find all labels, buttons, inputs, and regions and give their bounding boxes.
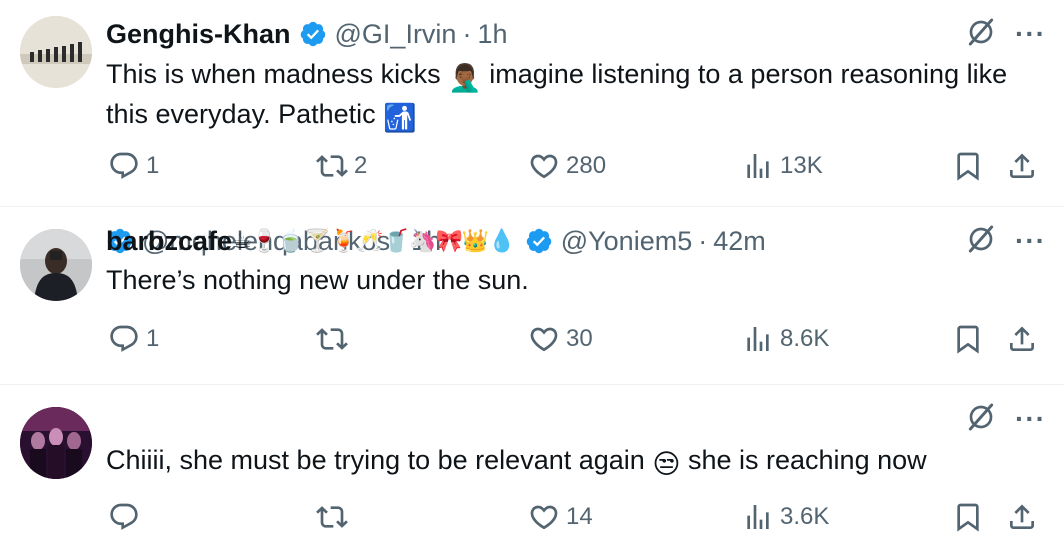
share-icon <box>1006 501 1038 533</box>
tweet-text: Chiiii, she must be trying to be relevan… <box>106 442 1044 482</box>
bookmark-button[interactable] <box>952 321 984 357</box>
views-icon <box>742 323 774 355</box>
separator-dot: · <box>462 18 472 49</box>
tweet-top-actions: ··· <box>965 17 1046 51</box>
display-name[interactable]: barbzcafe <box>106 226 232 257</box>
grok-icon[interactable] <box>965 16 997 53</box>
litter-bin-emoji: 🚮 <box>383 103 417 133</box>
like-icon <box>528 150 560 182</box>
retweet-icon <box>316 501 348 533</box>
retweet-icon <box>316 323 348 355</box>
retweet-button[interactable] <box>316 499 354 535</box>
tweet-text: This is when madness kicks 🤦🏾‍♂️ imagine… <box>106 56 1044 136</box>
bookmark-button[interactable] <box>952 499 984 535</box>
share-icon <box>1006 323 1038 355</box>
display-name[interactable]: Genghis-Khan <box>106 19 291 50</box>
views-count: 13K <box>780 152 823 179</box>
like-button[interactable]: 30 <box>528 321 593 357</box>
avatar[interactable] <box>20 16 92 88</box>
reply-icon <box>108 150 140 182</box>
views-button[interactable]: 3.6K <box>742 499 829 535</box>
bookmark-button[interactable] <box>952 148 984 184</box>
bookmark-icon <box>952 323 984 355</box>
facepalm-emoji: 🤦🏾‍♂️ <box>448 63 482 93</box>
share-button[interactable] <box>1006 148 1038 184</box>
views-count: 8.6K <box>780 325 830 352</box>
like-icon <box>528 323 560 355</box>
tweet-header: Genghis-Khan @GI_Irvin · 1h <box>106 17 1044 51</box>
retweet-icon <box>316 150 348 182</box>
separator-dot: · <box>698 225 708 256</box>
retweet-button[interactable] <box>316 321 354 357</box>
tweet-header: barbzcafe ☕🍷🍵🍸🍹🥂🥤🦄🎀👑💧 @Yoniem5 · 42m <box>106 224 1044 258</box>
user-handle[interactable]: @GI_Irvin <box>335 19 457 50</box>
views-icon <box>742 150 774 182</box>
retweet-button[interactable]: 2 <box>316 148 367 184</box>
reply-button[interactable] <box>108 499 146 535</box>
more-icon[interactable]: ··· <box>1015 405 1046 433</box>
reply-count: 1 <box>146 152 160 179</box>
timestamp[interactable]: 42m <box>713 226 766 257</box>
retweet-count: 2 <box>354 152 368 179</box>
views-count: 3.6K <box>780 503 830 530</box>
reply-icon <box>108 501 140 533</box>
grok-icon[interactable] <box>965 401 997 438</box>
share-button[interactable] <box>1006 321 1038 357</box>
views-icon <box>742 501 774 533</box>
like-count: 30 <box>566 325 593 352</box>
timestamp[interactable]: 1h <box>477 19 507 50</box>
bookmark-icon <box>952 150 984 182</box>
avatar[interactable] <box>20 407 92 479</box>
share-button[interactable] <box>1006 499 1038 535</box>
views-button[interactable]: 8.6K <box>742 321 829 357</box>
tweet-actions: 1 2 280 13K <box>106 148 1044 184</box>
verified-icon <box>299 20 327 48</box>
reply-button[interactable]: 1 <box>108 148 159 184</box>
tweet-text-part: Chiiii, she must be trying to be relevan… <box>106 445 645 475</box>
user-handle[interactable]: @Yoniem5 <box>561 226 693 257</box>
tweet[interactable]: barbzcafe ☕🍷🍵🍸🍹🥂🥤🦄🎀👑💧 @Yoniem5 · 42m Chi… <box>0 226 1064 560</box>
tweet-actions: 1 30 8.6K <box>106 321 1044 357</box>
avatar[interactable] <box>20 229 92 301</box>
tweet-text: There’s nothing new under the sun. <box>106 265 529 295</box>
share-icon <box>1006 150 1038 182</box>
views-button[interactable]: 13K <box>742 148 823 184</box>
reply-count: 1 <box>146 325 160 352</box>
more-icon[interactable]: ··· <box>1015 20 1046 48</box>
tweet-actions: 14 3.6K <box>106 499 1044 535</box>
tweet-top-actions: ··· <box>965 402 1046 436</box>
like-count: 280 <box>566 152 607 179</box>
name-emojis: ☕🍷🍵🍸🍹🥂🥤🦄🎀👑💧 <box>232 228 516 253</box>
reply-icon <box>108 323 140 355</box>
bookmark-icon <box>952 501 984 533</box>
reply-button[interactable]: 1 <box>108 321 159 357</box>
like-button[interactable]: 14 <box>528 499 593 535</box>
like-icon <box>528 501 560 533</box>
tweet-text-part: This is when madness kicks <box>106 59 441 89</box>
like-button[interactable]: 280 <box>528 148 606 184</box>
tweet[interactable]: Genghis-Khan @GI_Irvin · 1h ··· This is … <box>0 0 1064 207</box>
like-count: 14 <box>566 503 593 530</box>
unamused-face-emoji: 😒 <box>652 449 681 479</box>
tweet-text-part: she is reaching now <box>687 445 927 475</box>
verified-icon <box>525 227 553 255</box>
